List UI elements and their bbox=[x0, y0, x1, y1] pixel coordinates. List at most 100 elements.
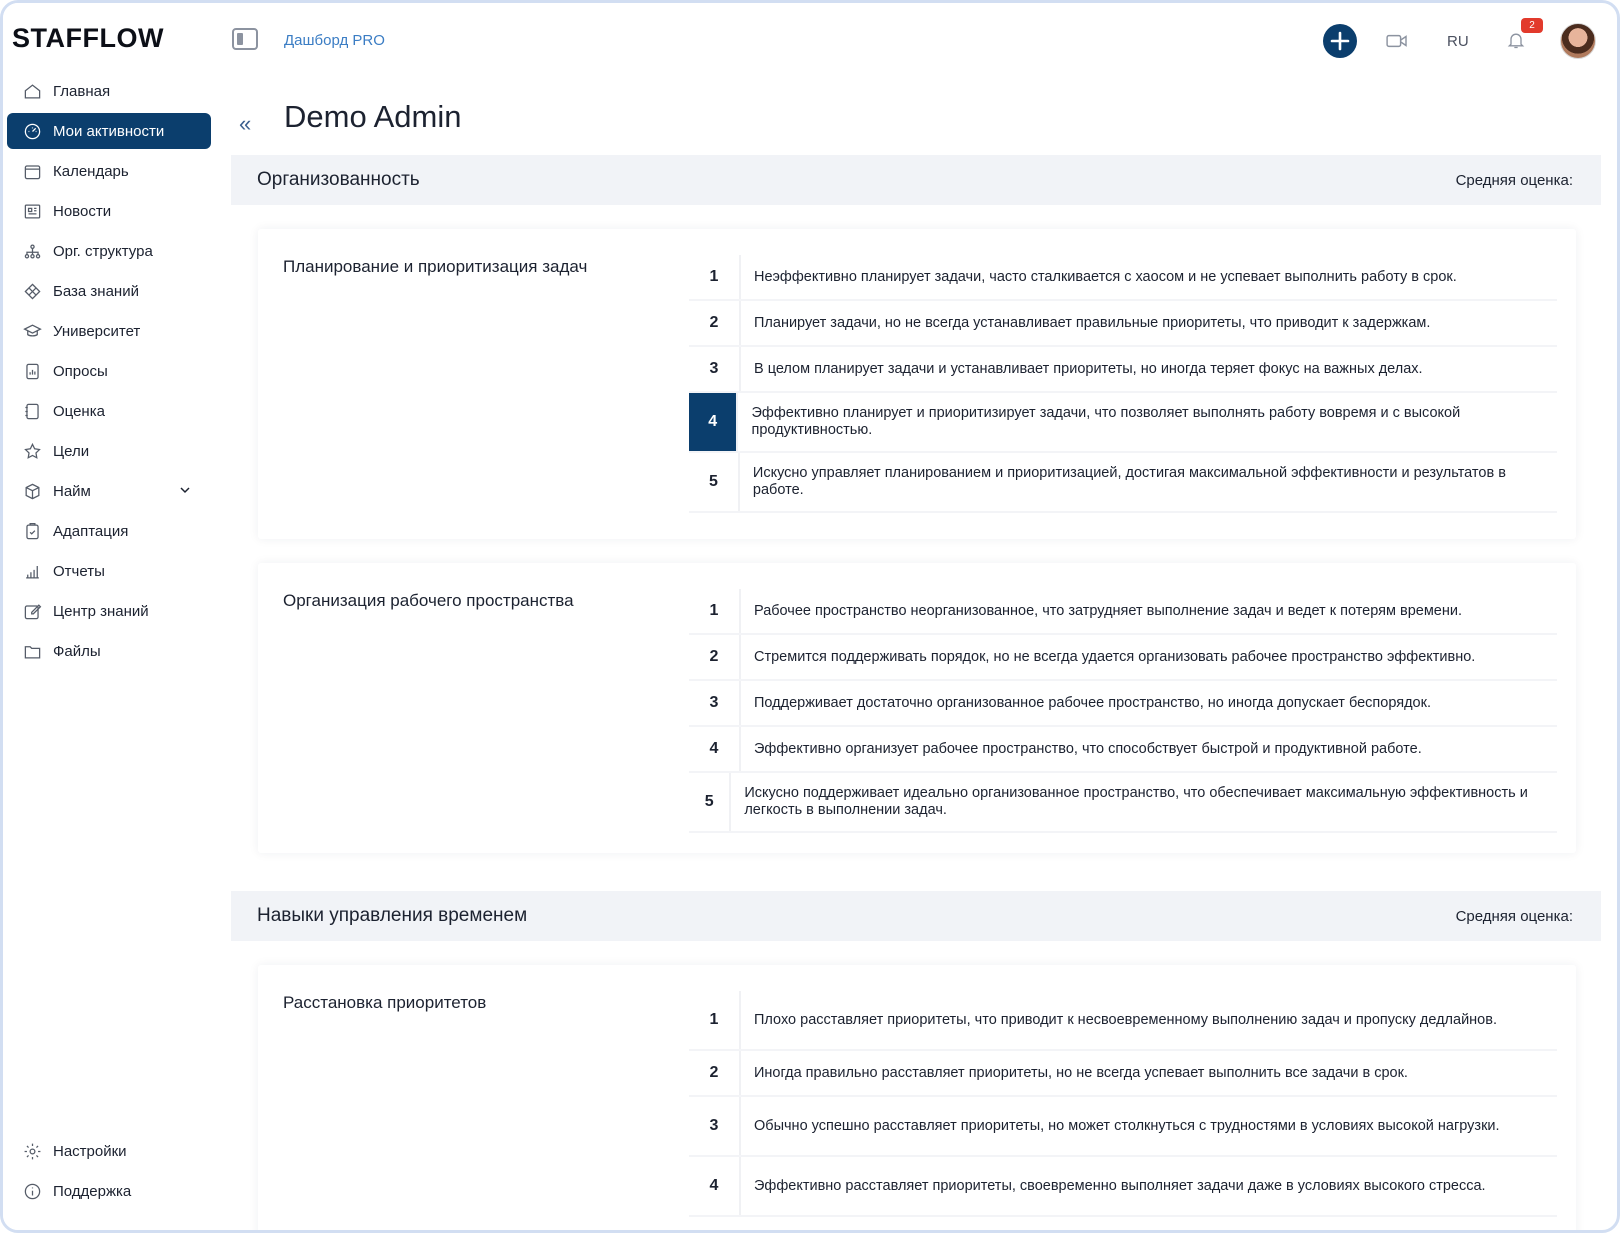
sidebar-item-label: Опросы bbox=[53, 362, 108, 380]
sidebar-nav: Главная Мои активности Календарь Новости… bbox=[7, 73, 211, 673]
rating-option[interactable]: 3 Обычно успешно расставляет приоритеты,… bbox=[689, 1097, 1557, 1157]
section-title: Организованность bbox=[257, 169, 420, 190]
sidebar-item-label: Центр знаний bbox=[53, 602, 149, 620]
back-chevrons-icon[interactable]: « bbox=[239, 111, 251, 137]
section-title: Навыки управления временем bbox=[257, 905, 528, 926]
rating-number[interactable]: 4 bbox=[689, 1157, 741, 1215]
avatar[interactable] bbox=[1560, 23, 1596, 59]
calendar-icon bbox=[21, 160, 43, 182]
graduation-cap-icon bbox=[21, 320, 43, 342]
sidebar-item-files[interactable]: Файлы bbox=[7, 633, 211, 669]
rating-option[interactable]: 1 Рабочее пространство неорганизованное,… bbox=[689, 589, 1557, 635]
sidebar: STAFFLOW Главная Мои активности Календар… bbox=[3, 3, 218, 1230]
rating-description: Неэффективно планирует задачи, часто ста… bbox=[754, 268, 1457, 285]
rating-description: Искусно поддерживает идеально организова… bbox=[744, 785, 1528, 818]
rating-description: Плохо расставляет приоритеты, что привод… bbox=[754, 1011, 1497, 1028]
rating-option[interactable]: 4 Эффективно организует рабочее простран… bbox=[689, 727, 1557, 773]
sidebar-item-calendar[interactable]: Календарь bbox=[7, 153, 211, 189]
breadcrumb[interactable]: Дашборд PRO bbox=[284, 32, 385, 49]
chevron-down-icon[interactable] bbox=[177, 482, 193, 498]
sidebar-toggle-icon[interactable] bbox=[232, 28, 258, 50]
sidebar-item-label: Файлы bbox=[53, 642, 101, 660]
sidebar-item-my-activities[interactable]: Мои активности bbox=[7, 113, 211, 149]
sidebar-item-knowledge-base[interactable]: База знаний bbox=[7, 273, 211, 309]
section-header: Организованность Средняя оценка: bbox=[231, 155, 1601, 205]
gauge-icon bbox=[21, 120, 43, 142]
criterion-title: Расстановка приоритетов bbox=[283, 993, 487, 1012]
sidebar-item-surveys[interactable]: Опросы bbox=[7, 353, 211, 389]
clipboard-icon bbox=[21, 520, 43, 542]
sidebar-item-label: Университет bbox=[53, 322, 141, 340]
add-button[interactable] bbox=[1323, 24, 1357, 58]
average-score-label: Средняя оценка: bbox=[1455, 907, 1573, 925]
plus-icon bbox=[1330, 31, 1350, 51]
edit-icon bbox=[21, 600, 43, 622]
sidebar-item-goals[interactable]: Цели bbox=[7, 433, 211, 469]
rating-number[interactable]: 4 bbox=[689, 393, 739, 451]
rating-number[interactable]: 2 bbox=[689, 635, 741, 679]
sidebar-item-news[interactable]: Новости bbox=[7, 193, 211, 229]
notification-badge: 2 bbox=[1521, 18, 1543, 33]
rating-number[interactable]: 1 bbox=[689, 991, 741, 1049]
rating-number[interactable]: 2 bbox=[689, 1051, 741, 1095]
sidebar-item-evaluation[interactable]: Оценка bbox=[7, 393, 211, 429]
sidebar-item-org-structure[interactable]: Орг. структура bbox=[7, 233, 211, 269]
rating-number[interactable]: 2 bbox=[689, 301, 741, 345]
rating-number[interactable]: 3 bbox=[689, 681, 741, 725]
sidebar-item-knowledge-center[interactable]: Центр знаний bbox=[7, 593, 211, 629]
sidebar-item-support[interactable]: Поддержка bbox=[7, 1173, 211, 1209]
rating-option[interactable]: 5 Искусно поддерживает идеально организо… bbox=[689, 773, 1557, 833]
video-camera-icon[interactable] bbox=[1386, 32, 1408, 50]
logo[interactable]: STAFFLOW bbox=[12, 23, 164, 54]
sidebar-item-label: Календарь bbox=[53, 162, 129, 180]
rating-number[interactable]: 4 bbox=[689, 727, 741, 771]
rating-scale: 1 Плохо расставляет приоритеты, что прив… bbox=[689, 991, 1557, 1217]
rating-option[interactable]: 2 Стремится поддерживать порядок, но не … bbox=[689, 635, 1557, 681]
rating-number[interactable]: 3 bbox=[689, 347, 741, 391]
rating-option[interactable]: 3 Поддерживает достаточно организованное… bbox=[689, 681, 1557, 727]
rating-option[interactable]: 1 Плохо расставляет приоритеты, что прив… bbox=[689, 991, 1557, 1051]
sidebar-item-label: Настройки bbox=[53, 1142, 127, 1160]
criterion-title: Планирование и приоритизация задач bbox=[283, 257, 588, 276]
sidebar-item-university[interactable]: Университет bbox=[7, 313, 211, 349]
rating-description: Эффективно расставляет приоритеты, своев… bbox=[754, 1177, 1486, 1194]
rating-option[interactable]: 5 Искусно управляет планированием и прио… bbox=[689, 453, 1557, 513]
sidebar-item-adaptation[interactable]: Адаптация bbox=[7, 513, 211, 549]
rating-option[interactable]: 3 В целом планирует задачи и устанавлива… bbox=[689, 347, 1557, 393]
rating-option[interactable]: 1 Неэффективно планирует задачи, часто с… bbox=[689, 255, 1557, 301]
star-icon bbox=[21, 440, 43, 462]
language-switcher[interactable]: RU bbox=[1447, 33, 1469, 50]
sidebar-item-label: Мои активности bbox=[53, 122, 165, 140]
notebook-icon bbox=[21, 400, 43, 422]
rating-description: Эффективно планирует и приоритизирует за… bbox=[751, 405, 1461, 438]
rating-number[interactable]: 1 bbox=[689, 255, 741, 299]
sidebar-item-reports[interactable]: Отчеты bbox=[7, 553, 211, 589]
section-header: Навыки управления временем Средняя оценк… bbox=[231, 891, 1601, 941]
rating-option[interactable]: 4 Эффективно расставляет приоритеты, сво… bbox=[689, 1157, 1557, 1217]
bell-icon[interactable] bbox=[1506, 30, 1526, 50]
sidebar-bottom-nav: Настройки Поддержка bbox=[7, 1133, 211, 1213]
rating-description: Иногда правильно расставляет приоритеты,… bbox=[754, 1064, 1408, 1081]
sidebar-item-hiring[interactable]: Найм bbox=[7, 473, 211, 509]
rating-description: Обычно успешно расставляет приоритеты, н… bbox=[754, 1117, 1500, 1134]
rating-scale: 1 Неэффективно планирует задачи, часто с… bbox=[689, 255, 1557, 513]
criterion-card: Расстановка приоритетов 1 Плохо расставл… bbox=[258, 965, 1576, 1230]
rating-number[interactable]: 3 bbox=[689, 1097, 741, 1155]
rating-number[interactable]: 5 bbox=[689, 453, 740, 511]
sidebar-item-settings[interactable]: Настройки bbox=[7, 1133, 211, 1169]
criterion-card: Организация рабочего пространства 1 Рабо… bbox=[258, 563, 1576, 853]
sidebar-item-label: Новости bbox=[53, 202, 112, 220]
rating-option[interactable]: 2 Планирует задачи, но не всегда устанав… bbox=[689, 301, 1557, 347]
sidebar-item-label: База знаний bbox=[53, 282, 139, 300]
rating-scale: 1 Рабочее пространство неорганизованное,… bbox=[689, 589, 1557, 833]
rating-description: Поддерживает достаточно организованное р… bbox=[754, 694, 1431, 711]
sidebar-item-home[interactable]: Главная bbox=[7, 73, 211, 109]
cube-icon bbox=[21, 480, 43, 502]
rating-option-selected[interactable]: 4 Эффективно планирует и приоритизирует … bbox=[689, 393, 1557, 453]
rating-option[interactable]: 2 Иногда правильно расставляет приоритет… bbox=[689, 1051, 1557, 1097]
rating-number[interactable]: 5 bbox=[689, 773, 732, 831]
rating-number[interactable]: 1 bbox=[689, 589, 741, 633]
sidebar-item-label: Главная bbox=[53, 82, 111, 100]
criterion-card: Планирование и приоритизация задач 1 Неэ… bbox=[258, 229, 1576, 539]
rating-description: Рабочее пространство неорганизованное, ч… bbox=[754, 602, 1462, 619]
